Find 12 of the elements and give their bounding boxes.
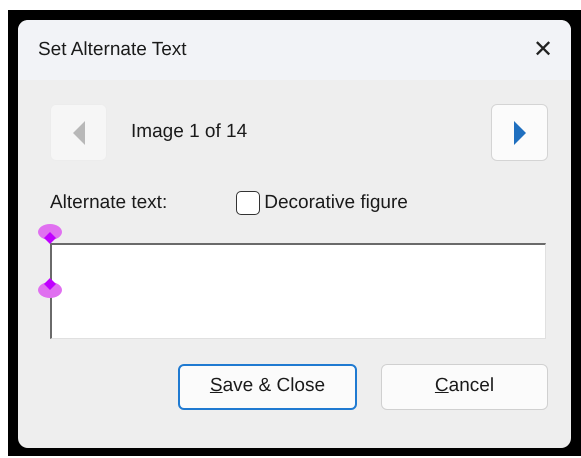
window-title: Set Alternate Text [38, 38, 187, 62]
save-close-button[interactable]: Save & Close [178, 364, 357, 410]
alternate-text-field[interactable] [50, 242, 546, 338]
decorative-checkbox[interactable] [236, 191, 260, 216]
next-button[interactable] [491, 104, 548, 161]
selection-handle-icon[interactable] [38, 224, 62, 246]
cancel-button[interactable]: Cancel [381, 364, 548, 410]
alternate-text-label: Alternate text: [50, 191, 168, 215]
close-button[interactable]: ✕ [527, 38, 559, 62]
image-position: Image 1 of 14 [131, 120, 248, 144]
selection-handle-icon[interactable] [38, 276, 62, 298]
decorative-label[interactable]: Decorative figure [264, 189, 408, 218]
